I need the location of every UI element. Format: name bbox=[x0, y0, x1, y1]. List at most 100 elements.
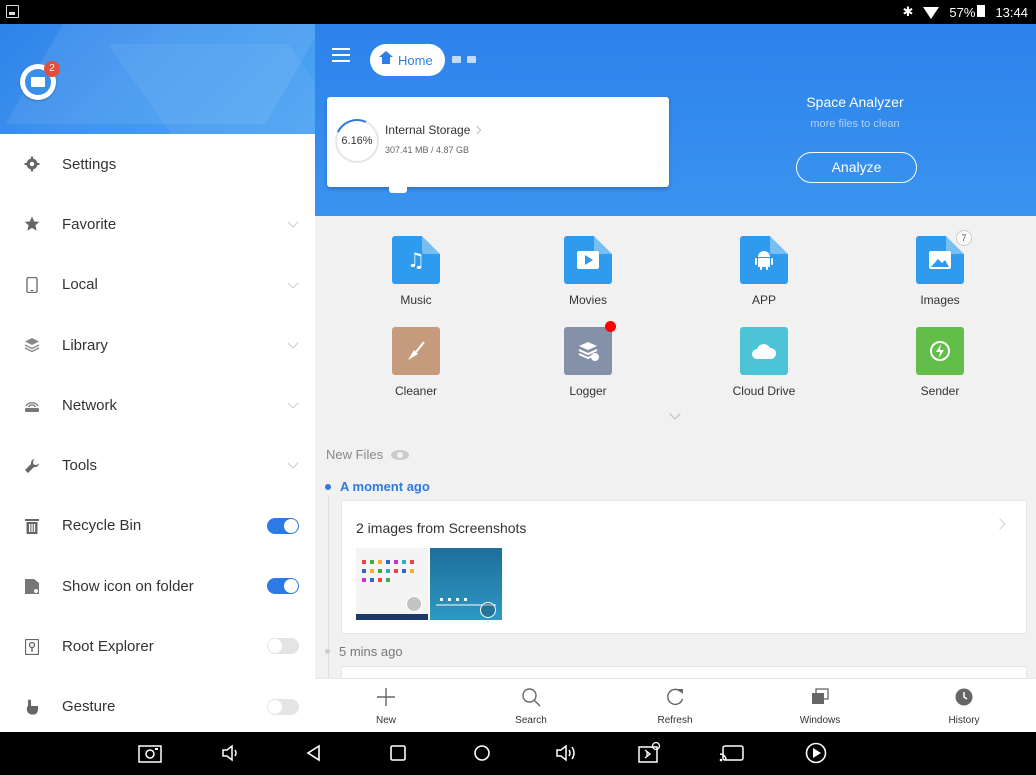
storage-percent: 6.16% bbox=[341, 135, 373, 147]
chevron-right-icon bbox=[994, 518, 1006, 530]
wifi-icon bbox=[923, 7, 940, 19]
back-icon[interactable] bbox=[301, 740, 327, 766]
category-cloud-drive[interactable]: Cloud Drive bbox=[714, 327, 814, 398]
category-label: Sender bbox=[920, 384, 960, 398]
system-navigation-bar bbox=[0, 732, 1036, 775]
category-app[interactable]: APP bbox=[714, 236, 814, 307]
history-icon bbox=[924, 685, 1004, 709]
search-icon bbox=[491, 685, 571, 709]
category-music[interactable]: ♫ Music bbox=[366, 236, 466, 307]
hand-icon bbox=[24, 699, 40, 715]
volume-down-icon[interactable] bbox=[218, 740, 244, 766]
drawer-item-gesture[interactable]: Gesture bbox=[0, 677, 315, 737]
category-label: APP bbox=[751, 293, 776, 307]
bluetooth-icon: ✱ bbox=[902, 4, 914, 19]
category-label: Images bbox=[920, 293, 960, 307]
clock: 13:44 bbox=[995, 4, 1028, 20]
image-thumbnail[interactable] bbox=[430, 548, 502, 620]
sender-icon bbox=[916, 327, 964, 375]
internal-storage-card[interactable]: 6.16% Internal Storage 307.41 MB / 4.87 … bbox=[327, 97, 669, 193]
space-analyzer: Space Analyzer more files to clean bbox=[785, 94, 925, 130]
search-button[interactable]: Search bbox=[491, 685, 571, 726]
category-images[interactable]: 7 Images bbox=[890, 230, 990, 307]
logger-notification-dot bbox=[605, 321, 616, 332]
volume-up-icon[interactable] bbox=[553, 740, 579, 766]
image-thumbnail[interactable] bbox=[356, 548, 428, 620]
drawer-item-settings[interactable]: Settings bbox=[0, 134, 315, 194]
drawer-item-favorite[interactable]: Favorite bbox=[0, 194, 315, 254]
drawer-item-local[interactable]: Local bbox=[0, 255, 315, 315]
broom-icon bbox=[392, 327, 440, 375]
battery-icon bbox=[977, 4, 986, 17]
toolbar-label: History bbox=[948, 715, 980, 726]
screenshot-notification-icon bbox=[6, 5, 19, 18]
logger-icon bbox=[564, 327, 612, 375]
drawer-item-label: Settings bbox=[62, 155, 117, 173]
recycle-bin-toggle[interactable] bbox=[267, 517, 299, 534]
drawer-item-root-explorer[interactable]: Root Explorer bbox=[0, 616, 315, 676]
analyze-button[interactable]: Analyze bbox=[796, 152, 917, 183]
gesture-toggle[interactable] bbox=[267, 698, 299, 715]
recent-files-card[interactable]: 2 images from Screenshots bbox=[341, 500, 1027, 634]
drawer-item-library[interactable]: Library bbox=[0, 315, 315, 375]
key-icon bbox=[24, 638, 40, 655]
home-icon bbox=[379, 50, 393, 66]
trash-icon bbox=[24, 518, 40, 534]
drawer-item-label: Local bbox=[62, 276, 98, 294]
toolbar-label: Windows bbox=[799, 715, 841, 726]
category-cleaner[interactable]: Cleaner bbox=[366, 327, 466, 398]
drawer-header: 2 bbox=[0, 24, 315, 134]
drawer-menu: Settings Favorite Local Library Network … bbox=[0, 134, 315, 737]
menu-icon[interactable] bbox=[332, 48, 350, 62]
category-logger[interactable]: Logger bbox=[538, 321, 638, 398]
storage-usage-ring: 6.16% bbox=[335, 119, 379, 163]
play-circle-icon[interactable] bbox=[803, 740, 829, 766]
network-icon bbox=[24, 397, 40, 413]
refresh-button[interactable]: Refresh bbox=[635, 685, 715, 726]
breadcrumb-extra-icons[interactable] bbox=[452, 56, 476, 63]
eye-icon[interactable] bbox=[391, 449, 410, 460]
history-button[interactable]: History bbox=[924, 685, 1004, 726]
windows-icon bbox=[780, 685, 860, 709]
android-icon bbox=[740, 236, 788, 284]
bottom-toolbar: New Search Refresh Windows History bbox=[315, 678, 1036, 732]
recents-icon[interactable] bbox=[385, 740, 411, 766]
drawer-item-recycle-bin[interactable]: Recycle Bin bbox=[0, 496, 315, 556]
main-header: Home 6.16% Internal Storage 307.41 MB / … bbox=[315, 24, 1036, 216]
chevron-down-icon bbox=[287, 337, 299, 349]
drawer-item-show-icon-on-folder[interactable]: Show icon on folder bbox=[0, 556, 315, 616]
windows-button[interactable]: Windows bbox=[780, 685, 860, 726]
wrench-icon bbox=[24, 458, 40, 474]
camera-icon[interactable] bbox=[137, 740, 163, 766]
drawer-item-tools[interactable]: Tools bbox=[0, 435, 315, 495]
drawer-item-label: Favorite bbox=[62, 215, 117, 233]
chevron-down-icon bbox=[287, 276, 299, 289]
screenshot-bluetooth-icon[interactable] bbox=[636, 740, 662, 766]
drawer-item-label: Network bbox=[62, 396, 118, 414]
new-button[interactable]: New bbox=[346, 685, 426, 726]
root-explorer-toggle[interactable] bbox=[267, 638, 299, 655]
breadcrumb-home[interactable]: Home bbox=[370, 44, 445, 76]
category-label: Cleaner bbox=[394, 384, 438, 398]
drawer-item-network[interactable]: Network bbox=[0, 375, 315, 435]
layers-icon bbox=[24, 337, 40, 353]
storage-usage: 307.41 MB / 4.87 GB bbox=[385, 145, 470, 155]
drawer-item-label: Library bbox=[62, 336, 108, 354]
category-label: Logger bbox=[569, 384, 607, 398]
home-button-icon[interactable] bbox=[469, 740, 495, 766]
music-note-icon: ♫ bbox=[392, 236, 440, 284]
navigation-drawer: 2 Settings Favorite Local Library Networ… bbox=[0, 24, 315, 732]
recent-files-title: 2 images from Screenshots bbox=[356, 520, 527, 536]
images-badge: 7 bbox=[956, 230, 972, 246]
timeline-group-label: 5 mins ago bbox=[325, 644, 403, 659]
show-icon-toggle[interactable] bbox=[267, 578, 299, 595]
expand-categories-chevron-icon[interactable] bbox=[669, 408, 681, 420]
status-bar: ✱ 57% 13:44 bbox=[0, 0, 1036, 24]
category-sender[interactable]: Sender bbox=[890, 327, 990, 398]
timeline-group-label: A moment ago bbox=[325, 479, 430, 494]
gear-icon bbox=[24, 156, 40, 172]
chevron-right-icon bbox=[473, 125, 482, 135]
category-movies[interactable]: Movies bbox=[538, 236, 638, 307]
screen-cast-icon[interactable] bbox=[719, 740, 745, 766]
new-files-title: New Files bbox=[326, 447, 384, 462]
